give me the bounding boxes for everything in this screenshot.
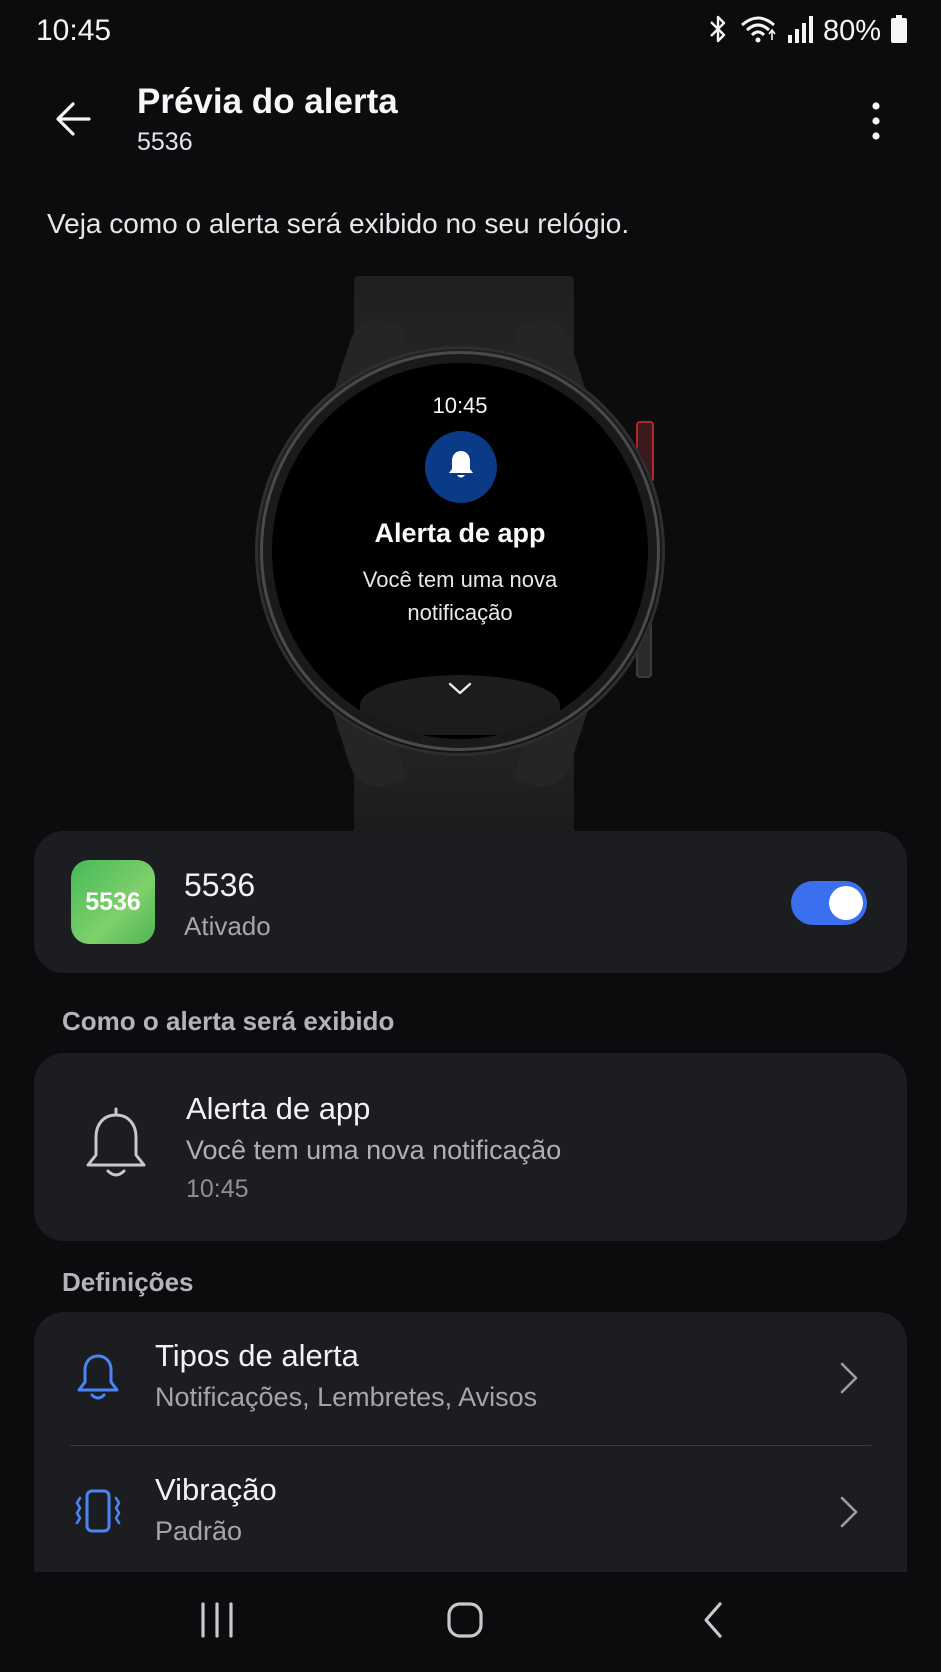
app-toggle-card[interactable]: 5536 5536 Ativado (34, 831, 907, 973)
preview-time: 10:45 (186, 1175, 249, 1203)
settings-item-title: Vibração (155, 1472, 277, 1507)
settings-item-alert-types[interactable]: Tipos de alerta Notificações, Lembretes,… (34, 1312, 907, 1442)
watch-bell-badge (425, 431, 497, 503)
wifi-icon (739, 14, 777, 49)
back-nav-icon (701, 1601, 725, 1644)
section-header-display: Como o alerta será exibido (62, 1006, 395, 1036)
status-time: 10:45 (36, 14, 112, 47)
back-button[interactable] (42, 90, 104, 152)
bell-icon (72, 1350, 124, 1404)
recents-icon (199, 1601, 235, 1643)
watch-expand-area (360, 675, 560, 735)
home-button[interactable] (430, 1594, 500, 1650)
watch-alert-title: Alerta de app (374, 518, 546, 548)
more-vertical-icon (871, 101, 881, 146)
app-status: Ativado (184, 911, 271, 941)
status-icons: 80% (707, 14, 907, 48)
toggle-knob (829, 886, 863, 920)
settings-item-subtitle: Notificações, Lembretes, Avisos (155, 1382, 538, 1412)
app-name: 5536 (184, 867, 256, 903)
page-subtitle: 5536 (137, 128, 193, 156)
chevron-right-icon (837, 1360, 861, 1396)
watch-alert-text: Você tem uma nova notificação (362, 567, 558, 625)
recent-apps-button[interactable] (182, 1594, 252, 1650)
preview-text: Você tem uma nova notificação (186, 1135, 562, 1165)
vibration-icon (72, 1484, 124, 1538)
settings-card: Tipos de alerta Notificações, Lembretes,… (34, 1312, 907, 1572)
bell-icon (446, 449, 476, 486)
more-options-button[interactable] (845, 92, 907, 154)
watch-time: 10:45 (432, 393, 488, 418)
system-back-button[interactable] (678, 1594, 748, 1650)
signal-icon (787, 15, 813, 48)
navigation-bar (0, 1572, 941, 1672)
page-title: Prévia do alerta (137, 82, 398, 121)
arrow-left-icon (53, 99, 93, 144)
app-bar: Prévia do alerta 5536 (0, 70, 941, 160)
home-icon (446, 1601, 484, 1644)
battery-percent: 80% (822, 14, 881, 47)
bluetooth-icon (707, 14, 729, 49)
section-header-settings: Definições (62, 1267, 194, 1297)
page-description: Veja como o alerta será exibido no seu r… (47, 208, 630, 239)
preview-title: Alerta de app (186, 1091, 371, 1126)
watch-preview: 10:45 Alerta de app Você tem uma nova no… (240, 276, 680, 831)
chevron-right-icon (837, 1494, 861, 1530)
alert-preview-card: Alerta de app Você tem uma nova notifica… (34, 1053, 907, 1241)
bell-icon (76, 1105, 156, 1185)
watch-screen: 10:45 Alerta de app Você tem uma nova no… (272, 363, 648, 739)
app-alert-toggle[interactable] (791, 881, 867, 925)
status-bar: 10:45 80% (0, 0, 941, 62)
battery-icon (891, 14, 907, 48)
settings-item-title: Tipos de alerta (155, 1338, 359, 1373)
settings-item-subtitle: Padrão (155, 1516, 243, 1546)
chevron-down-icon (447, 681, 473, 735)
settings-item-vibration[interactable]: Vibração Padrão (34, 1446, 907, 1576)
app-icon: 5536 (71, 860, 155, 944)
